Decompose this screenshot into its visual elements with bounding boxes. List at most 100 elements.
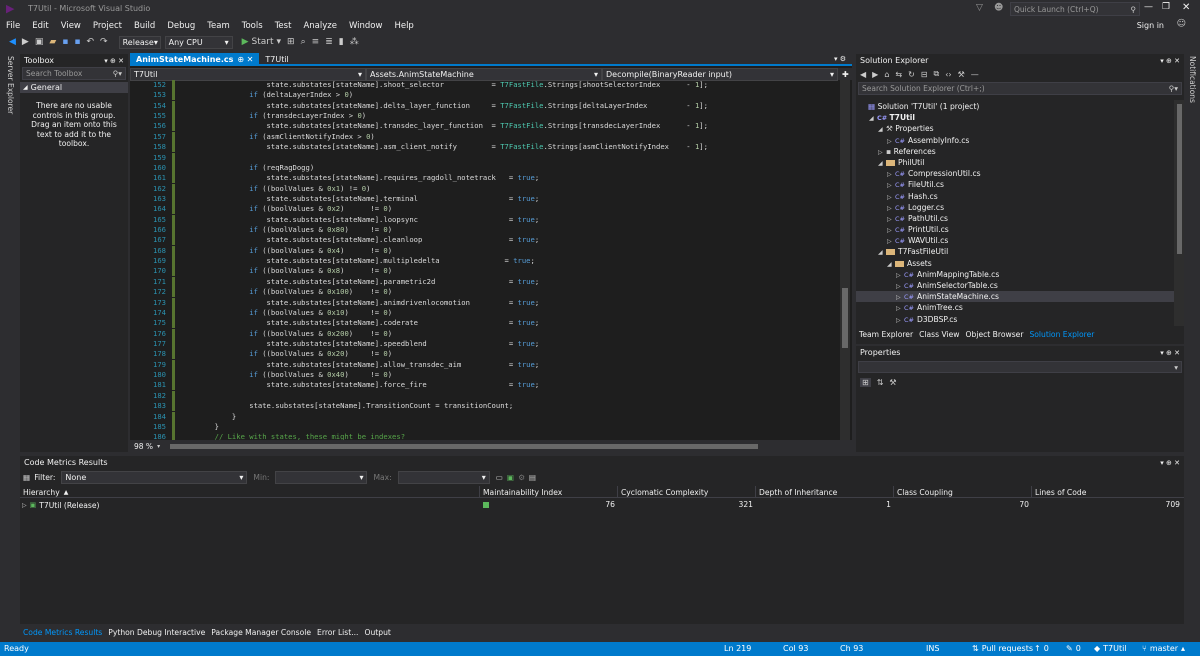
code-line[interactable]: 173 state.substates[stateName].animdrive… (130, 297, 840, 308)
find-icon[interactable]: ⌕ (298, 34, 309, 50)
code-line[interactable]: 167 state.substates[stateName].cleanloop… (130, 235, 840, 246)
code-line[interactable]: 153 if (deltaLayerIndex > 0) (130, 90, 840, 101)
pull-requests-button[interactable]: ⇅ Pull requests (972, 644, 1033, 653)
tree-item[interactable]: ▷ C# Hash.cs (856, 191, 1174, 202)
code-line[interactable]: 160 if (reqRagDogg) (130, 162, 840, 173)
tab-output[interactable]: Output (361, 628, 393, 637)
horizontal-scrollbar[interactable] (170, 442, 838, 450)
col-depth[interactable]: Depth of Inheritance (756, 486, 894, 498)
menu-project[interactable]: Project (87, 21, 128, 31)
code-line[interactable]: 169 state.substates[stateName].multipled… (130, 256, 840, 267)
code-line[interactable]: 171 state.substates[stateName].parametri… (130, 276, 840, 287)
max-input[interactable]: ▾ (397, 470, 490, 484)
filter-select[interactable]: None ▾ (61, 470, 248, 484)
redo-icon[interactable]: ↷ (97, 34, 111, 50)
calculate-metrics-icon[interactable]: ▤ (529, 473, 536, 482)
tree-item[interactable]: ▷ C# AnimStateMachine.cs (856, 291, 1174, 303)
tree-item[interactable]: ▷ C# Logger.cs (856, 202, 1174, 213)
col-hierarchy[interactable]: Hierarchy ▲ (20, 486, 480, 498)
close-button[interactable]: ✕ (1182, 2, 1190, 13)
code-line[interactable]: 168 if ((boolValues & 0x4) != 0) (130, 245, 840, 256)
code-line[interactable]: 172 if ((boolValues & 0x100) != 0) (130, 287, 840, 298)
open-file-icon[interactable]: ▰ (46, 34, 59, 50)
tree-item[interactable]: ▷ C# WAVUtil.cs (856, 235, 1174, 246)
code-line[interactable]: 166 if ((boolValues & 0x80) != 0) (130, 225, 840, 236)
account-icon[interactable]: ☺ (1171, 19, 1192, 29)
property-pages-icon[interactable]: ⚒ (889, 378, 896, 387)
member-dropdown[interactable]: Decompile(BinaryReader input) ▾ (602, 67, 838, 81)
tab-package-manager[interactable]: Package Manager Console (208, 628, 314, 637)
tab-python-debug[interactable]: Python Debug Interactive (105, 628, 208, 637)
server-explorer-tab[interactable]: Server Explorer (6, 56, 15, 114)
forward-icon[interactable]: ▶ (872, 70, 878, 79)
scrollbar-thumb[interactable] (842, 288, 848, 348)
code-area[interactable]: 152 state.substates[stateName].shoot_sel… (130, 80, 840, 440)
properties-icon[interactable]: ⚒ (958, 70, 965, 79)
code-line[interactable]: 161 state.substates[stateName].requires_… (130, 173, 840, 184)
code-line[interactable]: 170 if ((boolValues & 0x8) != 0) (130, 266, 840, 277)
chevron-down-icon[interactable]: ▾ (157, 443, 160, 450)
properties-object-select[interactable]: ▾ (858, 361, 1182, 373)
tree-item[interactable]: ▷ C# AssemblyInfo.cs (856, 135, 1174, 146)
col-coupling[interactable]: Class Coupling (894, 486, 1032, 498)
minus-icon[interactable]: — (971, 70, 979, 79)
menu-build[interactable]: Build (128, 21, 161, 31)
tab-animstatemachine[interactable]: AnimStateMachine.cs ⊕ ✕ (130, 53, 260, 65)
show-all-icon[interactable]: ⧉ (934, 69, 940, 79)
minimize-button[interactable]: — (1144, 2, 1153, 12)
menu-debug[interactable]: Debug (161, 21, 201, 31)
code-line[interactable]: 180 if ((boolValues & 0x40) != 0) (130, 370, 840, 381)
class-dropdown[interactable]: Assets.AnimStateMachine ▾ (366, 67, 602, 81)
tree-item[interactable]: ▷ C# PathUtil.cs (856, 213, 1174, 224)
tab-code-metrics[interactable]: Code Metrics Results (20, 628, 105, 637)
prev-bookmark-icon[interactable]: ⁂ (347, 34, 362, 50)
panel-controls[interactable]: ▾ ⊕ ✕ (1160, 349, 1180, 357)
save-all-icon[interactable]: ▪ (71, 34, 83, 50)
tree-item[interactable]: ▷ C# D3DBSP.cs (856, 314, 1174, 325)
code-icon[interactable]: ‹› (945, 70, 951, 79)
menu-test[interactable]: Test (269, 21, 298, 31)
table-row[interactable]: ▷ ▣ T7Util (Release) 76 321 1 70 709 (20, 499, 1184, 511)
branch-button[interactable]: ⑂ master ▴ (1142, 644, 1185, 653)
code-line[interactable]: 163 state.substates[stateName].terminal … (130, 193, 840, 204)
code-line[interactable]: 184 } (130, 411, 840, 422)
tree-item[interactable]: ◢ ⚒ Properties (856, 123, 1174, 134)
sync-icon[interactable]: ⇆ (895, 70, 902, 79)
code-line[interactable]: 152 state.substates[stateName].shoot_sel… (130, 80, 840, 90)
code-line[interactable]: 176 if ((boolValues & 0x200) != 0) (130, 328, 840, 339)
panel-controls[interactable]: ▾ ⊕ ✕ (1160, 57, 1180, 65)
menu-analyze[interactable]: Analyze (297, 21, 343, 31)
code-line[interactable]: 162 if ((boolValues & 0x1) != 0) (130, 183, 840, 194)
code-line[interactable]: 183 state.substates[stateName].Transitio… (130, 401, 840, 412)
code-line[interactable]: 174 if ((boolValues & 0x10) != 0) (130, 307, 840, 318)
tree-scrollbar[interactable] (1174, 100, 1184, 326)
excel-export-icon[interactable]: ▣ (507, 473, 514, 482)
back-icon[interactable]: ◀ (860, 70, 866, 79)
min-input[interactable]: ▾ (275, 470, 368, 484)
collapse-all-icon[interactable]: ⊟ (921, 70, 928, 79)
tree-item[interactable]: ▷ C# AnimTree.cs (856, 302, 1174, 313)
tree-item[interactable]: ▷ C# FileUtil.cs (856, 179, 1174, 190)
code-line[interactable]: 186 // Like with states, these might be … (130, 432, 840, 440)
forward-icon[interactable]: ▶ (19, 34, 32, 50)
sign-in-link[interactable]: Sign in (1131, 21, 1170, 30)
vertical-scrollbar[interactable] (840, 80, 850, 440)
configuration-select[interactable]: Release ▾ (118, 35, 161, 49)
tree-item[interactable]: ▷ C# AnimSelectorTable.cs (856, 280, 1174, 291)
open-in-editor-icon[interactable]: ▭ (496, 473, 503, 482)
tree-item[interactable]: ◢ T7FastFileUtil (856, 246, 1174, 257)
categorized-icon[interactable]: ⊞ (860, 377, 871, 387)
code-line[interactable]: 182 (130, 390, 840, 401)
panel-controls[interactable]: ▾ ⊕ ✕ (1160, 459, 1180, 467)
code-line[interactable]: 165 state.substates[stateName].loopsync … (130, 214, 840, 225)
menu-tools[interactable]: Tools (236, 21, 269, 31)
menu-file[interactable]: File (0, 21, 26, 31)
home-icon[interactable]: ⌂ (884, 70, 889, 79)
tab-solution-explorer[interactable]: Solution Explorer (1026, 330, 1097, 339)
code-line[interactable]: 175 state.substates[stateName].coderate … (130, 318, 840, 329)
repository-button[interactable]: ◆ T7Util (1094, 644, 1127, 653)
code-line[interactable]: 158 state.substates[stateName].asm_clien… (130, 142, 840, 153)
code-line[interactable]: 181 state.substates[stateName].force_fir… (130, 380, 840, 391)
alphabetical-icon[interactable]: ⇅ (877, 378, 884, 387)
uncomment-icon[interactable]: ≣ (322, 34, 336, 50)
